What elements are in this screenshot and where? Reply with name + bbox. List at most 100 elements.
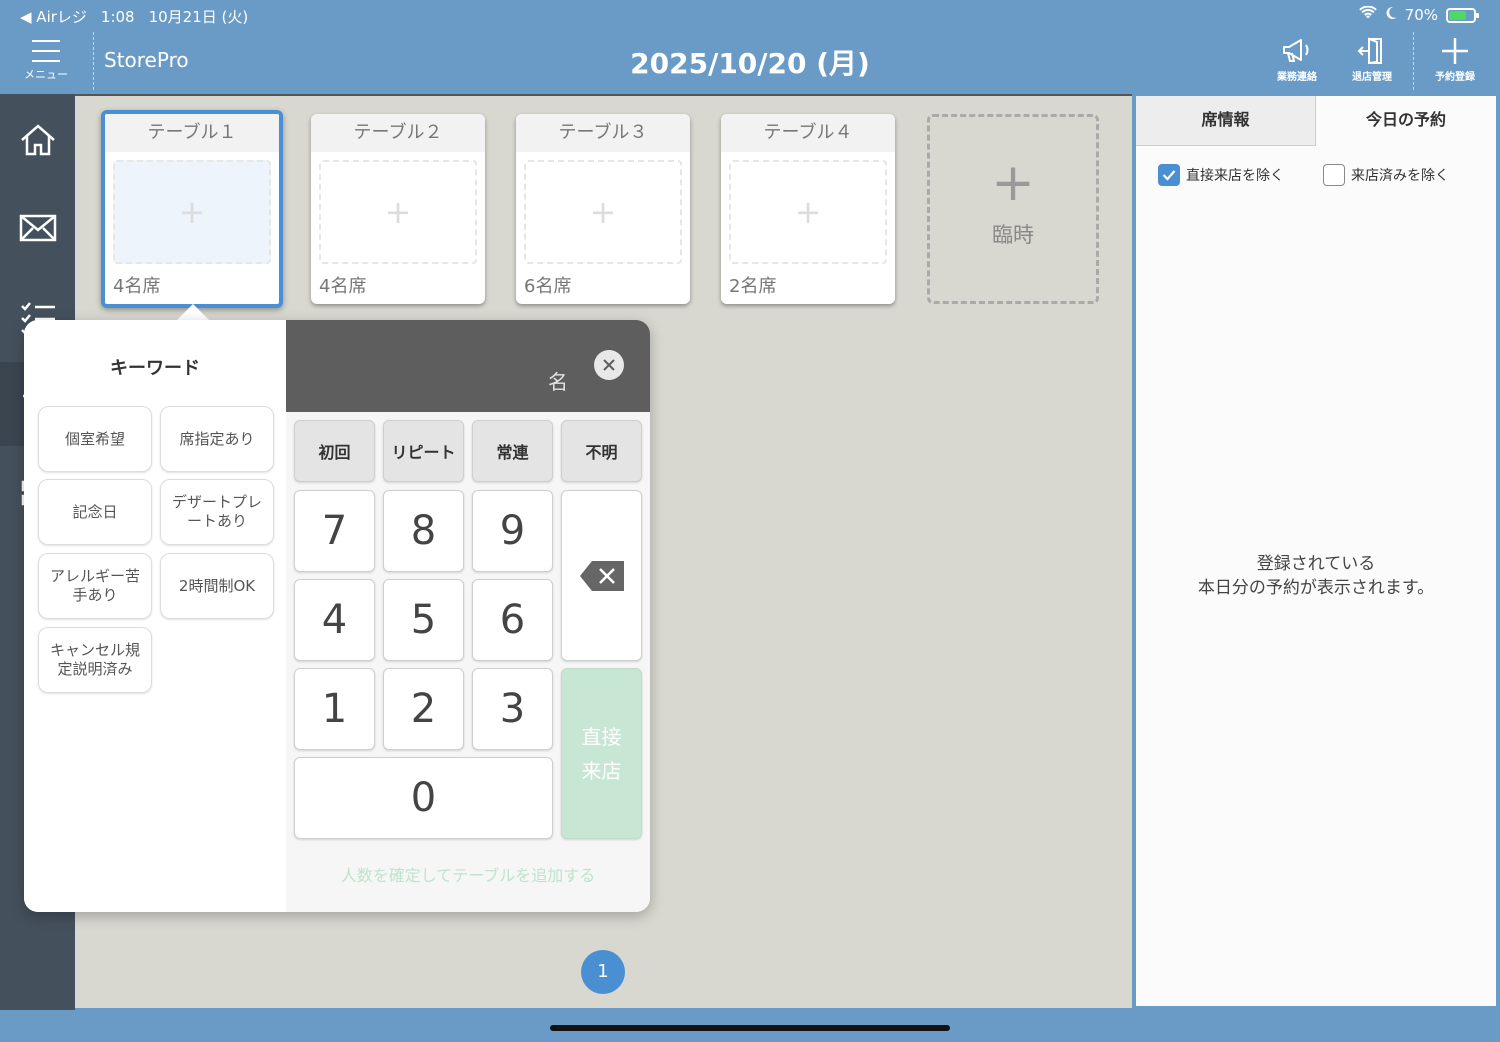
confirm-add-table-link[interactable]: 人数を確定してテーブルを追加する (286, 862, 650, 886)
digit-key-4[interactable]: 4 (294, 579, 375, 661)
keyword-button[interactable]: 席指定あり (160, 406, 274, 472)
close-icon (603, 359, 615, 371)
status-time: 1:08 (100, 7, 135, 26)
sidebar-item-messages[interactable] (0, 186, 75, 270)
keyword-title: キーワード (110, 358, 200, 379)
digit-key-5[interactable]: 5 (383, 579, 464, 661)
number-pad: 名 初回 リピート 常連 不明 7 8 9 4 5 6 1 2 3 0 直接 来… (286, 320, 650, 912)
plus-icon: + (991, 153, 1035, 213)
keyword-button[interactable]: 個室希望 (38, 406, 152, 472)
filter-label: 来店済みを除く (1351, 168, 1449, 184)
battery-level (1449, 10, 1466, 20)
right-panel: 席情報 今日の予約 直接来店を除く 来店済みを除く 登録されている 本日分の予約… (1136, 96, 1496, 1006)
add-reservation-button[interactable]: 予約登録 (1422, 36, 1488, 88)
table-card-4[interactable]: テーブル４ + 2名席 (721, 114, 895, 304)
plus-icon: + (589, 193, 617, 231)
status-bar: ◀ Airレジ 1:08 10月21日 (火) 70% (0, 0, 1500, 30)
home-icon (20, 124, 55, 156)
walk-in-button[interactable]: 直接 来店 (561, 668, 642, 839)
table-name: テーブル４ (721, 114, 895, 152)
header-divider (93, 32, 94, 90)
plus-icon: + (794, 193, 822, 231)
add-guest-slot[interactable]: + (524, 160, 682, 264)
backspace-button[interactable] (561, 490, 642, 661)
walk-in-label: 直接 (581, 724, 622, 749)
add-guest-slot[interactable]: + (729, 160, 887, 264)
table-capacity: 2名席 (729, 276, 777, 297)
digit-key-6[interactable]: 6 (472, 579, 553, 661)
wifi-icon (1358, 5, 1377, 24)
category-first-visit[interactable]: 初回 (294, 420, 375, 482)
keyword-button[interactable]: キャンセル規定説明済み (38, 627, 152, 693)
table-name: テーブル３ (516, 114, 690, 152)
checkbox-checked[interactable] (1158, 164, 1180, 186)
battery-percent: 70% (1404, 6, 1438, 24)
empty-message-line: 登録されている (1256, 554, 1376, 574)
category-unknown[interactable]: 不明 (561, 420, 642, 482)
guest-count-display: 名 (286, 320, 650, 412)
digit-key-9[interactable]: 9 (472, 490, 553, 572)
empty-reservations-message: 登録されている 本日分の予約が表示されます。 (1136, 552, 1496, 600)
temporary-table-label: 臨時 (992, 223, 1034, 247)
table-card-1[interactable]: テーブル１ + 4名席 (101, 110, 283, 308)
digit-key-1[interactable]: 1 (294, 668, 375, 750)
home-indicator[interactable] (550, 1025, 950, 1031)
tab-todays-reservations[interactable]: 今日の予約 (1316, 96, 1496, 146)
exit-management-label: 退店管理 (1352, 72, 1392, 83)
add-guest-slot[interactable]: + (113, 160, 271, 264)
digit-key-3[interactable]: 3 (472, 668, 553, 750)
keyword-pane: キーワード 個室希望 席指定あり 記念日 デザートプレートあり アレルギー苦手あ… (24, 320, 286, 912)
moon-icon (1385, 6, 1397, 24)
table-capacity: 6名席 (524, 276, 572, 297)
checkbox-unchecked[interactable] (1323, 164, 1345, 186)
keyword-button[interactable]: 2時間制OK (160, 553, 274, 619)
digit-key-0[interactable]: 0 (294, 757, 553, 839)
back-to-app-link[interactable]: ◀ Airレジ (20, 6, 87, 27)
keyword-button[interactable]: 記念日 (38, 479, 152, 545)
add-temporary-table-button[interactable]: + 臨時 (927, 114, 1099, 304)
table-card-2[interactable]: テーブル２ + 4名席 (311, 114, 485, 304)
app-header: メニュー StorePro 2025/10/20 (月) 業務連絡 退店管理 予… (0, 30, 1500, 94)
table-capacity: 4名席 (319, 276, 367, 297)
table-name: テーブル２ (311, 114, 485, 152)
digit-key-2[interactable]: 2 (383, 668, 464, 750)
table-capacity: 4名席 (113, 276, 161, 297)
battery-icon (1446, 7, 1479, 23)
filter-exclude-walk-in[interactable]: 直接来店を除く (1158, 164, 1284, 186)
add-guest-slot[interactable]: + (319, 160, 477, 264)
filter-exclude-visited[interactable]: 来店済みを除く (1323, 164, 1449, 186)
close-button[interactable] (594, 350, 624, 380)
header-divider (1413, 32, 1414, 90)
category-repeat[interactable]: リピート (383, 420, 464, 482)
menu-button[interactable]: メニュー (18, 36, 74, 88)
popover-arrow (176, 304, 210, 321)
panel-tabs: 席情報 今日の予約 (1136, 96, 1496, 146)
keyword-button[interactable]: デザートプレートあり (160, 479, 274, 545)
empty-message-line: 本日分の予約が表示されます。 (1197, 578, 1435, 598)
plus-icon (1442, 38, 1468, 64)
table-card-3[interactable]: テーブル３ + 6名席 (516, 114, 690, 304)
megaphone-icon (1283, 39, 1309, 62)
digit-key-8[interactable]: 8 (383, 490, 464, 572)
category-regular[interactable]: 常連 (472, 420, 553, 482)
backspace-icon (579, 560, 624, 591)
filter-label: 直接来店を除く (1186, 168, 1284, 184)
business-notice-button[interactable]: 業務連絡 (1264, 36, 1330, 88)
sidebar-item-home[interactable] (0, 98, 75, 182)
business-notice-label: 業務連絡 (1277, 72, 1317, 83)
menu-label: メニュー (24, 68, 68, 81)
plus-icon: + (384, 193, 412, 231)
status-date: 10月21日 (火) (148, 8, 249, 26)
exit-door-icon (1357, 37, 1382, 65)
walk-in-label: 来店 (581, 758, 622, 783)
exit-management-button[interactable]: 退店管理 (1339, 36, 1405, 88)
add-reservation-label: 予約登録 (1435, 72, 1475, 83)
table-name: テーブル１ (105, 114, 279, 152)
plus-icon: + (178, 193, 206, 231)
page-indicator[interactable]: 1 (581, 950, 625, 994)
digit-key-7[interactable]: 7 (294, 490, 375, 572)
hamburger-icon (32, 40, 60, 62)
checkmark-icon (1162, 170, 1176, 181)
keyword-button[interactable]: アレルギー苦手あり (38, 553, 152, 619)
tab-seat-info[interactable]: 席情報 (1136, 96, 1316, 146)
